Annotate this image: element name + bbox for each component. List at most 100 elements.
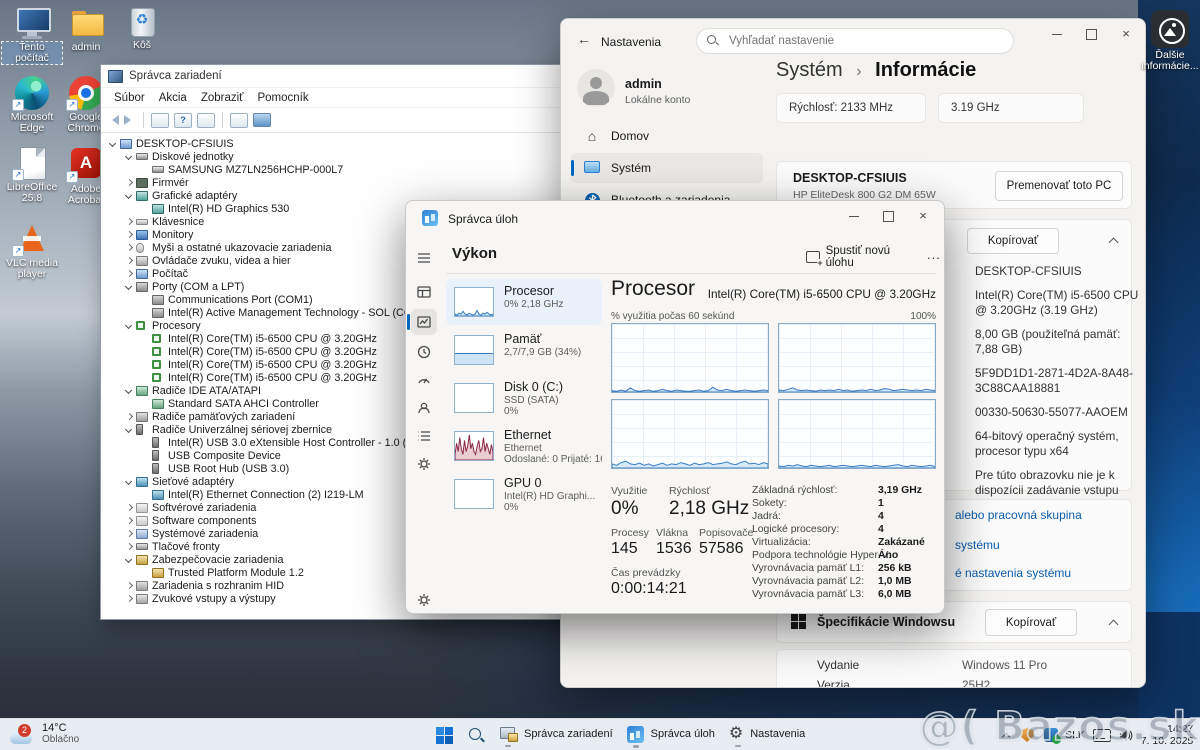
display-adapter-icon [152, 204, 164, 214]
hamburger-menu-icon[interactable] [411, 245, 437, 271]
forward-icon[interactable] [124, 115, 136, 125]
expand-chevron-icon[interactable] [123, 281, 135, 293]
minimize-button[interactable] [839, 205, 869, 227]
stat-value: 4 [878, 511, 884, 522]
copy-button[interactable]: Kopírovať [967, 228, 1059, 254]
expand-chevron-icon[interactable] [107, 138, 119, 150]
disk-icon [152, 166, 164, 173]
rename-pc-button[interactable]: Premenovať toto PC [995, 171, 1123, 201]
acrobat-icon: A↗ [68, 148, 104, 182]
expand-chevron-icon[interactable] [123, 216, 135, 228]
menu-help[interactable]: Pomocník [250, 92, 315, 104]
weather-widget[interactable]: 2 14°C Oblačno [8, 722, 79, 746]
desktop-icon-vlc[interactable]: ↗ VLC media player [2, 222, 62, 280]
device-label: Firmvér [152, 177, 189, 189]
desktop-icon-recycle-bin[interactable]: ♻ Kôš [112, 4, 172, 51]
expand-chevron-icon[interactable] [123, 320, 135, 332]
tm-sidebar-disk-0-c-[interactable]: Disk 0 (C:)SSD (SATA)0% [446, 375, 602, 421]
expand-chevron-icon[interactable] [123, 424, 135, 436]
breadcrumb-section[interactable]: Systém [776, 59, 843, 81]
cpu-icon [152, 334, 161, 343]
tm-sidebar-ethernet[interactable]: EthernetEthernetOdoslané: 0 Prijaté: 16,… [446, 423, 602, 469]
port-icon [152, 308, 164, 318]
spec-value: 8,00 GB (použiteľná pamäť: 7,88 GB) [975, 327, 1139, 357]
spec-chip-ghz: 3.19 GHz [938, 93, 1084, 123]
desktop-icon-libreoffice[interactable]: ↗ LibreOffice 25.8 [2, 146, 62, 204]
expand-chevron-icon[interactable] [123, 151, 135, 163]
vlc-icon: ↗ [14, 222, 50, 256]
start-button[interactable] [436, 727, 453, 744]
run-new-task-button[interactable]: Spustiť novú úlohu [806, 245, 918, 269]
taskbar-search-icon[interactable] [467, 726, 485, 744]
expand-chevron-icon[interactable] [123, 502, 135, 514]
taskbar-app-settings[interactable]: ⚙ Nastavenia [729, 726, 805, 744]
device-label: Intel(R) Core(TM) i5-6500 CPU @ 3.20GHz [168, 333, 377, 345]
close-button[interactable]: × [908, 205, 938, 227]
desktop-icon-label: Microsoft Edge [2, 112, 62, 134]
menu-view[interactable]: Zobraziť [194, 92, 251, 104]
expand-chevron-icon[interactable] [123, 528, 135, 540]
expand-chevron-icon[interactable] [123, 593, 135, 605]
copy-button[interactable]: Kopírovať [985, 609, 1077, 636]
expand-chevron-icon[interactable] [123, 411, 135, 423]
help-icon[interactable]: ? [174, 113, 192, 128]
expand-chevron-icon[interactable] [123, 177, 135, 189]
back-icon[interactable]: ← [577, 31, 591, 47]
expand-chevron-icon[interactable] [123, 476, 135, 488]
desktop-icon-more-info[interactable]: Ďalšie informácie... [1141, 10, 1199, 72]
sidebar-item-home[interactable]: ⌂ Domov [571, 121, 763, 151]
tm-sidebar-pam-[interactable]: Pamäť2,7/7,9 GB (34%) [446, 327, 602, 373]
tab-startup-apps-icon[interactable] [411, 367, 437, 393]
avatar[interactable] [577, 69, 615, 107]
tab-performance-icon[interactable] [411, 309, 437, 335]
expand-chevron-icon[interactable] [123, 554, 135, 566]
expand-chevron-icon[interactable] [123, 229, 135, 241]
device-label: Intel(R) Core(TM) i5-6500 CPU @ 3.20GHz [168, 346, 377, 358]
menu-action[interactable]: Akcia [152, 92, 194, 104]
shortcut-arrow-icon: ↗ [12, 245, 24, 257]
menu-file[interactable]: Súbor [107, 92, 152, 104]
link-system-protection[interactable]: systému [955, 538, 1000, 552]
expand-chevron-icon[interactable] [123, 515, 135, 527]
expand-chevron-icon[interactable] [123, 580, 135, 592]
more-options-icon[interactable]: ... [927, 247, 941, 262]
link-domain-workgroup[interactable]: alebo pracovná skupina [955, 508, 1082, 522]
tab-processes-icon[interactable] [411, 279, 437, 305]
device-label: DESKTOP-CFSIUIS [136, 138, 234, 150]
device-label: Ovládače zvuku, videa a hier [152, 255, 291, 267]
collapse-chevron-icon[interactable] [1109, 236, 1119, 246]
expand-chevron-icon[interactable] [123, 541, 135, 553]
expand-chevron-icon[interactable] [123, 242, 135, 254]
back-icon[interactable] [107, 115, 119, 125]
desktop-icon-this-pc[interactable]: Tento počítač [2, 6, 62, 64]
tab-services-icon[interactable] [411, 451, 437, 477]
taskbar-app-device-manager[interactable]: Správca zariadení [499, 726, 613, 744]
scan-hardware-icon[interactable] [230, 113, 248, 128]
expand-chevron-icon[interactable] [123, 268, 135, 280]
expand-chevron-icon[interactable] [123, 255, 135, 267]
settings-gear-icon[interactable] [411, 587, 437, 613]
show-console-tree-icon[interactable] [151, 113, 169, 128]
chevron-spacer [139, 333, 151, 345]
desktop-icon-edge[interactable]: ↗ Microsoft Edge [2, 76, 62, 134]
computer-icon[interactable] [253, 113, 271, 127]
properties-icon[interactable] [197, 113, 215, 128]
spec-value: Intel(R) Core(TM) i5-6500 CPU @ 3.20GHz … [975, 288, 1139, 318]
maximize-button[interactable] [874, 205, 904, 227]
desktop-icon-admin-folder[interactable]: admin [56, 6, 116, 53]
network-icon [152, 490, 164, 500]
tab-app-history-icon[interactable] [411, 339, 437, 365]
expand-chevron-icon[interactable] [123, 385, 135, 397]
expand-chevron-icon[interactable] [123, 190, 135, 202]
device-label: Standard SATA AHCI Controller [168, 398, 319, 410]
cpu-icon [152, 373, 161, 382]
sidebar-item-system[interactable]: Systém [571, 153, 763, 183]
tab-users-icon[interactable] [411, 395, 437, 421]
tm-sidebar-procesor[interactable]: Procesor0% 2,18 GHz [446, 279, 602, 325]
tm-sidebar-gpu-0[interactable]: GPU 0Intel(R) HD Graphi...0% [446, 471, 602, 517]
chevron-spacer [139, 164, 151, 176]
taskbar-app-task-manager[interactable]: Správca úloh [627, 726, 715, 745]
collapse-chevron-icon[interactable] [1109, 618, 1119, 628]
link-advanced-system-settings[interactable]: é nastavenia systému [955, 566, 1071, 580]
tab-details-icon[interactable] [411, 423, 437, 449]
